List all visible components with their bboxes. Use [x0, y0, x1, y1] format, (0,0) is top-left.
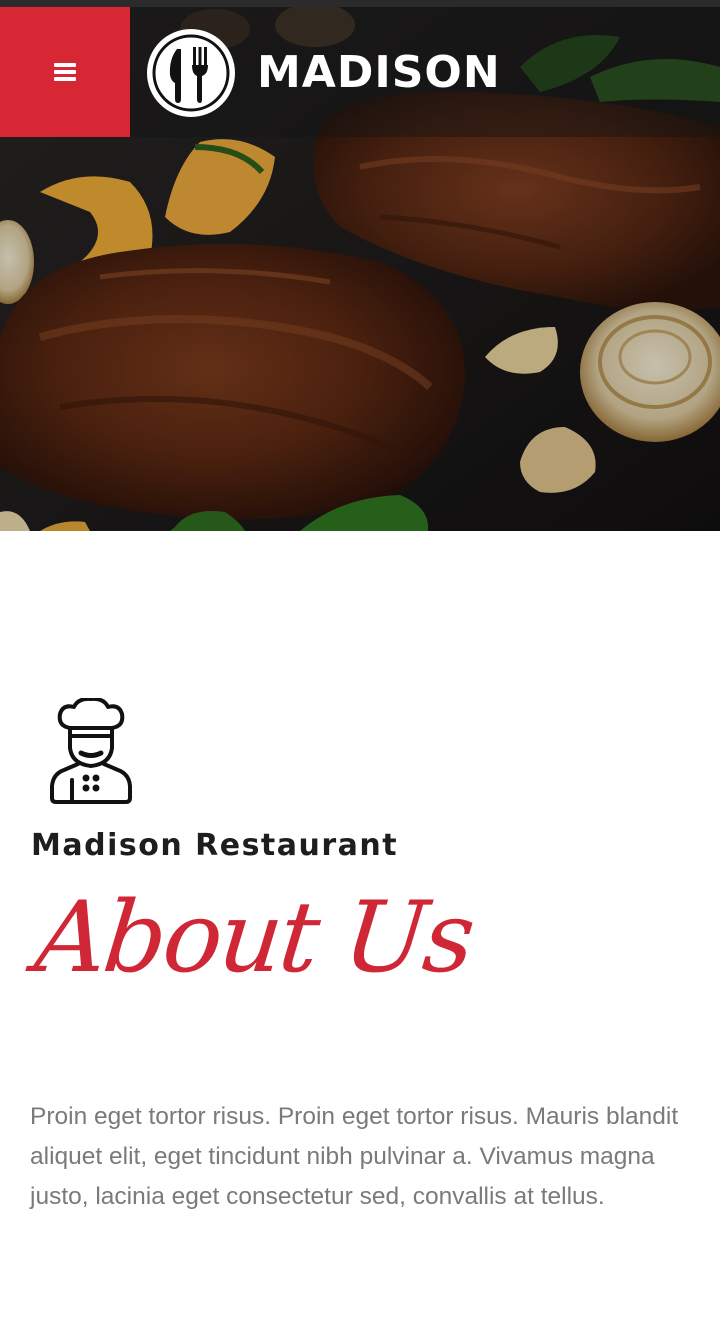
section-subtitle: Madison Restaurant	[31, 828, 399, 863]
logo-text: MADISON	[257, 47, 501, 98]
about-body-text: Proin eget tortor risus. Proin eget tort…	[30, 1103, 679, 1210]
brand-logo[interactable]: MADISON	[145, 27, 501, 119]
section-title: About Us	[30, 881, 478, 995]
fork-knife-circle-icon	[147, 29, 235, 117]
menu-button[interactable]	[0, 7, 130, 137]
hamburger-menu-icon	[54, 63, 76, 81]
top-edge	[0, 0, 720, 7]
chef-icon	[50, 698, 132, 804]
